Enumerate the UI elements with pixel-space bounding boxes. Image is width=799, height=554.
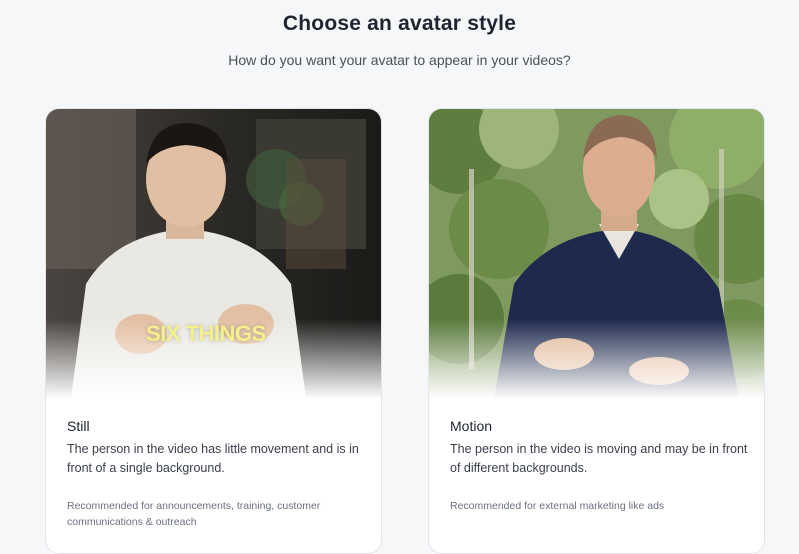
card-recommendation-motion: Recommended for external marketing like … xyxy=(450,500,665,512)
image-fade xyxy=(429,319,764,399)
video-caption-overlay: SIX THINGS xyxy=(146,321,266,346)
still-avatar-preview-image: SIX THINGS xyxy=(46,109,381,399)
card-description-still: The person in the video has little movem… xyxy=(67,442,359,475)
card-recommendation-still: Recommended for announcements, training,… xyxy=(67,500,321,528)
page-title: Choose an avatar style xyxy=(282,12,517,35)
avatar-style-card-motion[interactable]: Motion The person in the video is moving… xyxy=(428,108,765,554)
page-subtitle: How do you want your avatar to appear in… xyxy=(228,52,571,68)
card-title-motion: Motion xyxy=(450,418,493,434)
card-description-motion: The person in the video is moving and ma… xyxy=(450,442,748,475)
motion-avatar-preview-image xyxy=(429,109,764,399)
card-title-still: Still xyxy=(67,418,90,434)
avatar-style-card-still[interactable]: SIX THINGS Still The person in the video… xyxy=(45,108,382,554)
